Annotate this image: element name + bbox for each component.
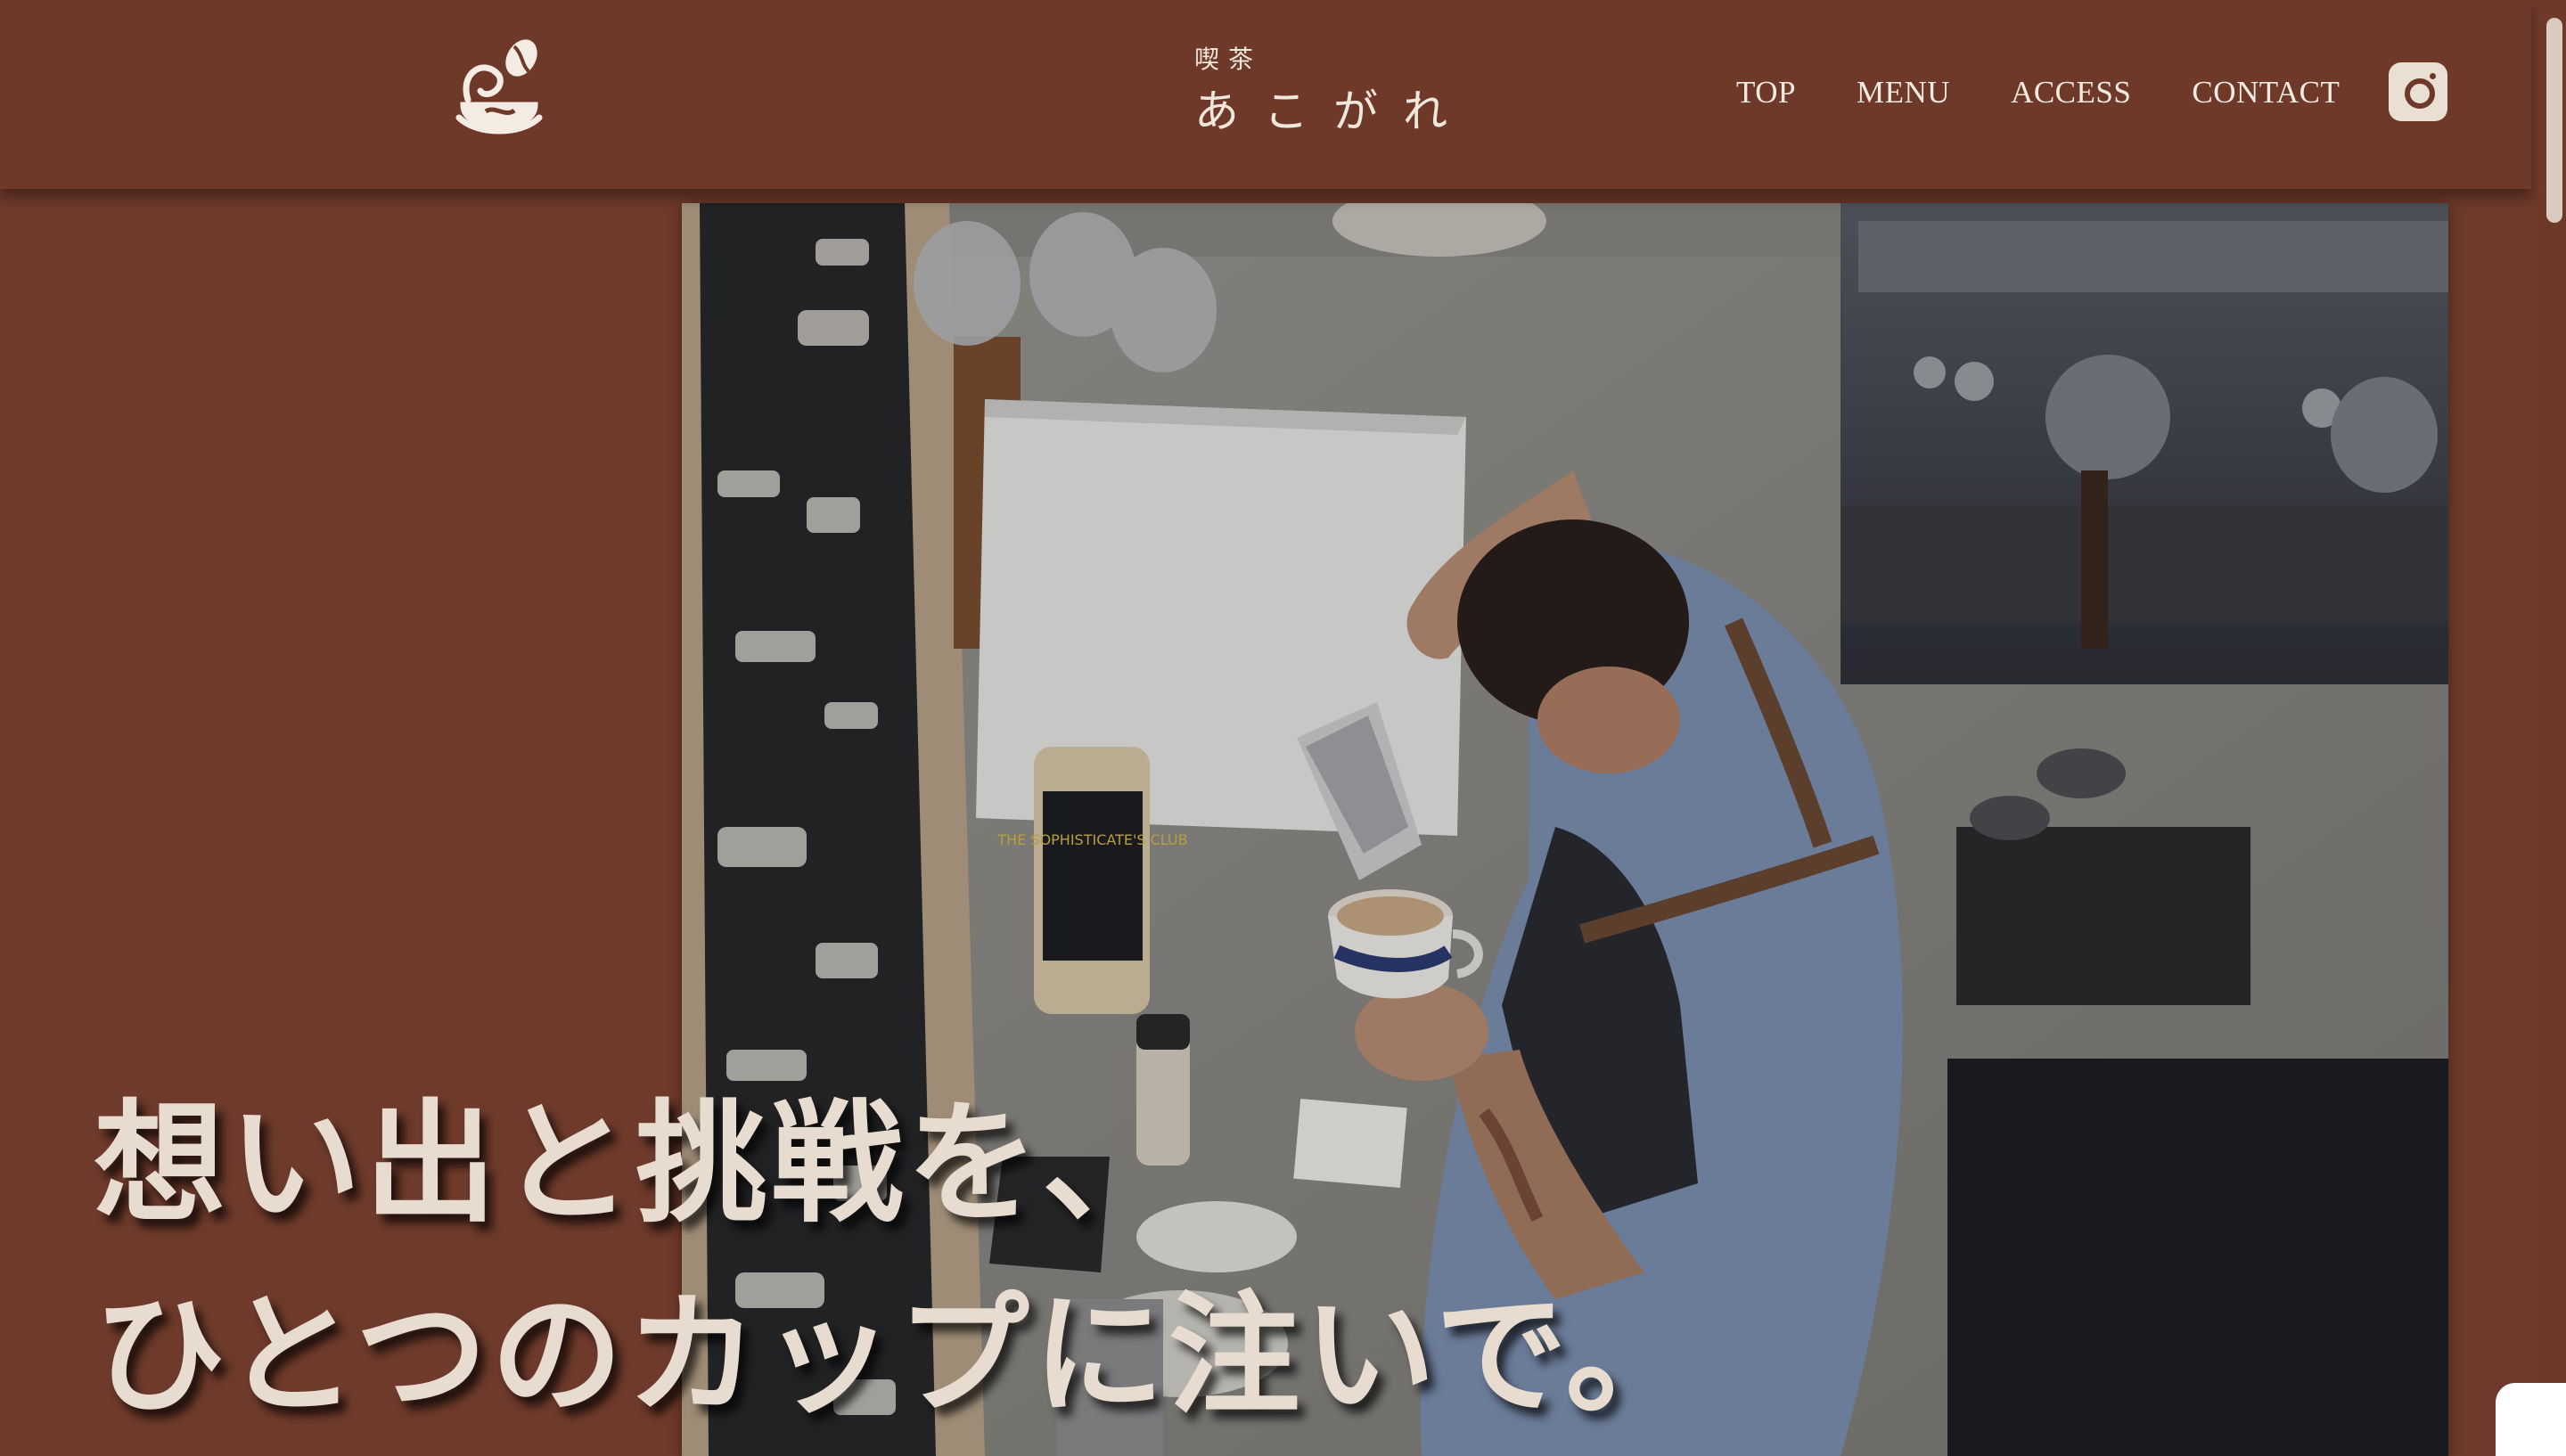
- main-nav: TOP MENU ACCESS CONTACT: [1736, 75, 2400, 110]
- page-scrollbar[interactable]: [2539, 0, 2566, 1456]
- page: 喫茶 あこがれ TOP MENU ACCESS CONTACT THE SOPH…: [0, 0, 2566, 1456]
- nav-menu[interactable]: MENU: [1857, 75, 1950, 110]
- instagram-flash: [2430, 73, 2436, 79]
- coffee-cup-logo-icon[interactable]: [450, 36, 548, 147]
- hero-heading-line1: 想い出と挑戦を、: [94, 1085, 1177, 1240]
- instagram-lens: [2405, 78, 2435, 109]
- brand-subtitle: 喫茶: [1194, 45, 1263, 74]
- brand-title: あこがれ: [1194, 86, 1472, 137]
- hero-heading-line2: ひとつのカップに注いで。: [94, 1277, 1701, 1432]
- brand-name[interactable]: 喫茶 あこがれ: [1194, 45, 1472, 143]
- scrollbar-thumb[interactable]: [2546, 18, 2562, 223]
- chat-widget-corner[interactable]: [2496, 1383, 2566, 1456]
- nav-contact[interactable]: CONTACT: [2192, 75, 2340, 110]
- nav-access[interactable]: ACCESS: [2011, 75, 2131, 110]
- instagram-icon[interactable]: [2389, 62, 2447, 121]
- site-header: 喫茶 あこがれ TOP MENU ACCESS CONTACT: [0, 0, 2531, 189]
- nav-top[interactable]: TOP: [1736, 75, 1796, 110]
